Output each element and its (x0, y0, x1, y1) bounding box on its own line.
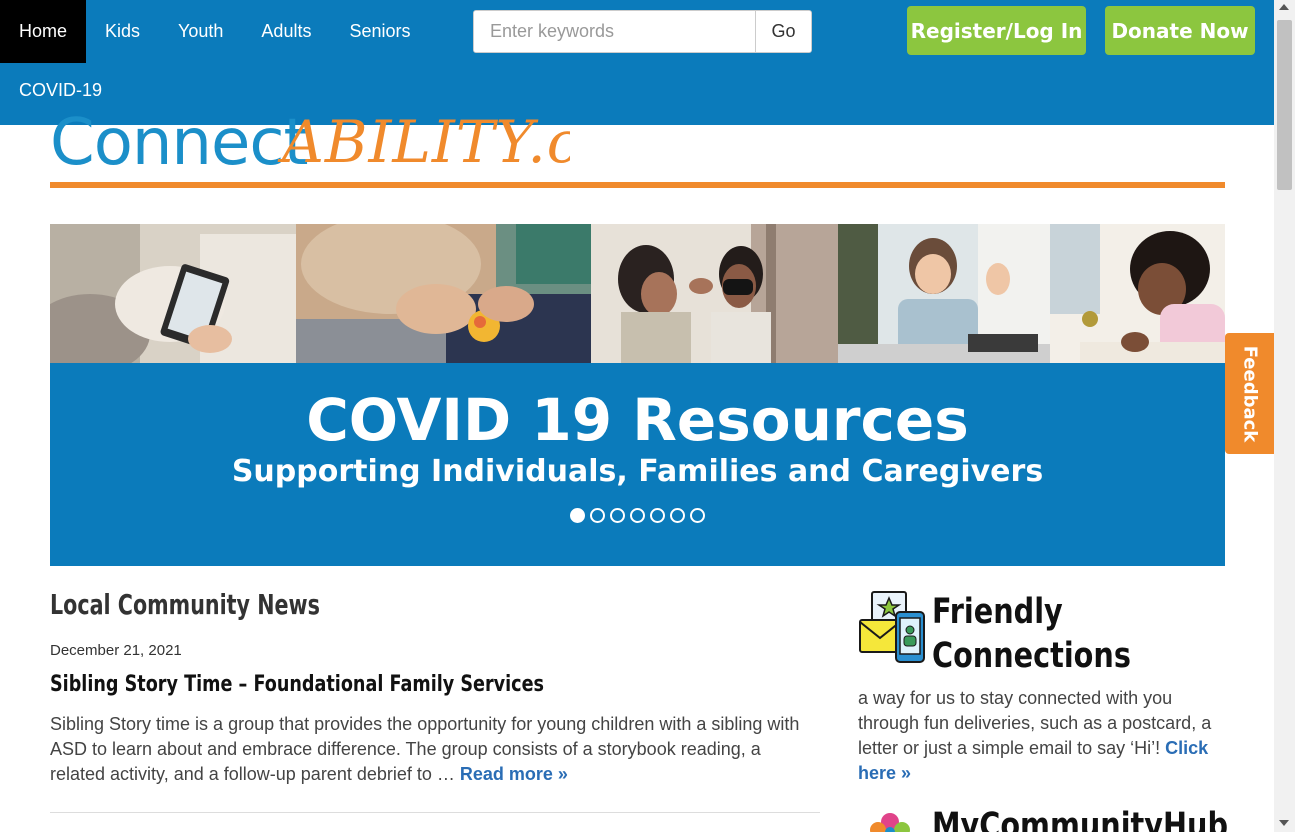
search-input[interactable] (474, 11, 755, 52)
photo-hands-stress-ball (296, 224, 591, 363)
photo-child-drawing (1050, 224, 1225, 363)
site-header: Home Kids Youth Adults Seniors COVID-19 … (0, 0, 1274, 125)
photo-mask-fitting (591, 224, 838, 363)
scroll-up-arrow-icon[interactable] (1279, 4, 1289, 10)
friendly-connections-heading-line2: Connections (932, 636, 1131, 676)
donate-now-button[interactable]: Donate Now (1105, 6, 1255, 55)
carousel-dot-2[interactable] (590, 508, 605, 523)
read-more-link[interactable]: Read more » (460, 764, 568, 784)
carousel-dot-4[interactable] (630, 508, 645, 523)
banner-photo-strip (50, 224, 1225, 363)
nav-item-seniors[interactable]: Seniors (330, 0, 429, 63)
nav-item-kids[interactable]: Kids (86, 0, 159, 63)
friendly-connections-heading: Friendly Connections (932, 590, 1227, 678)
carousel-dot-7[interactable] (690, 508, 705, 523)
carousel-dot-6[interactable] (670, 508, 685, 523)
site-logo[interactable]: Connect ABILITY.ca (50, 112, 570, 172)
banner-subtitle: Supporting Individuals, Families and Car… (231, 454, 1044, 489)
logo-part-ability: ABILITY.ca (282, 112, 570, 172)
carousel-dot-3[interactable] (610, 508, 625, 523)
news-article-title[interactable]: Sibling Story Time – Foundational Family… (50, 672, 544, 697)
community-hub-icon (862, 808, 918, 832)
nav-item-adults[interactable]: Adults (242, 0, 330, 63)
photo-laptop-wave (838, 224, 1050, 363)
hero-carousel[interactable]: COVID 19 Resources Supporting Individual… (50, 224, 1225, 566)
carousel-dot-5[interactable] (650, 508, 665, 523)
news-excerpt: Sibling Story time is a group that provi… (50, 712, 820, 787)
page-scrollbar[interactable] (1274, 0, 1295, 832)
header-divider (50, 182, 1225, 188)
main-nav: Home Kids Youth Adults Seniors (0, 0, 429, 63)
nav-item-covid-19[interactable]: COVID-19 (19, 80, 102, 101)
mail-phone-icon (858, 590, 926, 664)
search-go-button[interactable]: Go (755, 11, 811, 52)
friendly-connections-body: a way for us to stay connected with you … (858, 686, 1228, 786)
register-login-button[interactable]: Register/Log In (907, 6, 1086, 55)
news-divider (50, 812, 820, 813)
logo-part-connect: Connect (50, 112, 309, 172)
banner-title: COVID 19 Resources (306, 386, 969, 454)
scroll-down-arrow-icon[interactable] (1279, 820, 1289, 826)
news-date: December 21, 2021 (50, 642, 182, 659)
carousel-dot-1[interactable] (570, 508, 585, 523)
feedback-tab[interactable]: Feedback (1225, 333, 1274, 454)
scroll-thumb[interactable] (1277, 20, 1292, 190)
news-excerpt-text: Sibling Story time is a group that provi… (50, 714, 800, 784)
news-section-heading: Local Community News (50, 588, 320, 621)
mycommunityhub-heading: MyCommunityHub (932, 806, 1228, 832)
nav-item-home[interactable]: Home (0, 0, 87, 63)
photo-tablet-reader (50, 224, 296, 363)
nav-item-youth[interactable]: Youth (159, 0, 242, 63)
feedback-label: Feedback (1239, 345, 1260, 442)
friendly-connections-heading-line1: Friendly (932, 592, 1063, 632)
friendly-connections-text: a way for us to stay connected with you … (858, 688, 1212, 758)
carousel-pagination (570, 508, 705, 523)
search-form: Go (473, 10, 812, 53)
